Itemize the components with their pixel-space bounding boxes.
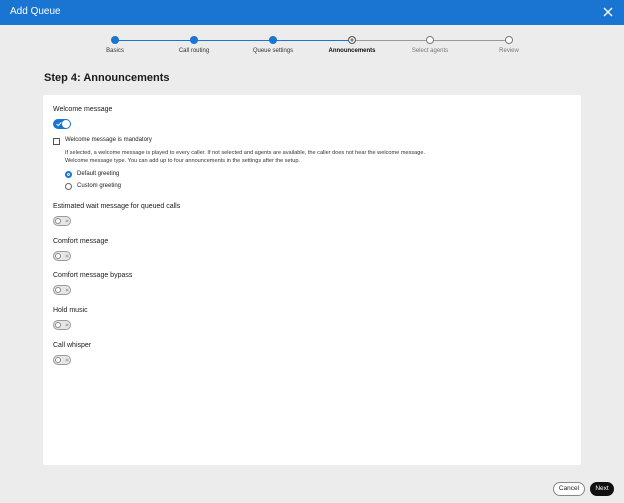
title-bar: Add Queue [0, 0, 624, 25]
toggle-knob [55, 218, 61, 224]
toggle-knob [62, 120, 70, 128]
toggle-knob [55, 357, 61, 363]
comfort-message-toggle[interactable] [53, 251, 71, 261]
step-label: Select agents [411, 48, 449, 54]
x-icon [65, 323, 69, 327]
step-label: Announcements [328, 48, 376, 54]
welcome-type-description: Welcome message type. You can add up to … [65, 158, 300, 164]
custom-greeting-radio[interactable] [65, 183, 72, 190]
x-icon [65, 219, 69, 223]
estimated-wait-label: Estimated wait message for queued calls [53, 203, 181, 210]
step-basics[interactable]: Basics [75, 36, 155, 54]
x-icon [65, 358, 69, 362]
default-greeting-label: Default greeting [77, 171, 120, 177]
wizard-stepper: Basics Call routing Queue settings Annou… [0, 30, 624, 60]
step-label: Queue settings [252, 48, 294, 54]
default-greeting-radio[interactable] [65, 171, 72, 178]
step-queue-settings[interactable]: Queue settings [233, 36, 313, 54]
step-dot [111, 36, 119, 44]
toggle-knob [55, 287, 61, 293]
welcome-message-label: Welcome message [53, 106, 113, 113]
estimated-wait-toggle[interactable] [53, 216, 71, 226]
call-whisper-label: Call whisper [53, 342, 92, 349]
comfort-bypass-toggle[interactable] [53, 285, 71, 295]
welcome-message-toggle[interactable] [53, 119, 71, 129]
page-title: Step 4: Announcements [44, 72, 170, 84]
step-dot [426, 36, 434, 44]
hold-music-toggle[interactable] [53, 320, 71, 330]
welcome-description: If selected, a welcome message is played… [65, 150, 426, 156]
step-dot [190, 36, 198, 44]
window-title: Add Queue [10, 6, 61, 17]
welcome-mandatory-checkbox[interactable] [53, 138, 60, 145]
hold-music-label: Hold music [53, 307, 88, 314]
custom-greeting-label: Custom greeting [77, 183, 122, 189]
toggle-knob [55, 253, 61, 259]
step-label: Review [499, 48, 519, 54]
toggle-knob [55, 322, 61, 328]
step-label: Basics [106, 48, 124, 54]
step-select-agents[interactable]: Select agents [390, 36, 470, 54]
call-whisper-toggle[interactable] [53, 355, 71, 365]
next-button[interactable]: Next [590, 482, 614, 496]
announcements-card: Welcome message Welcome message is manda… [43, 95, 581, 465]
step-announcements[interactable]: Announcements [312, 36, 392, 54]
step-dot [505, 36, 513, 44]
x-icon [65, 254, 69, 258]
step-dot-current [348, 36, 356, 44]
x-icon [65, 288, 69, 292]
step-review[interactable]: Review [469, 36, 549, 54]
step-call-routing[interactable]: Call routing [154, 36, 234, 54]
cancel-button[interactable]: Cancel [553, 482, 585, 496]
step-dot [269, 36, 277, 44]
comfort-bypass-label: Comfort message bypass [53, 272, 133, 279]
close-icon[interactable] [602, 6, 614, 18]
step-label: Call routing [178, 48, 210, 54]
welcome-mandatory-label: Welcome message is mandatory [65, 137, 152, 143]
comfort-message-label: Comfort message [53, 238, 109, 245]
